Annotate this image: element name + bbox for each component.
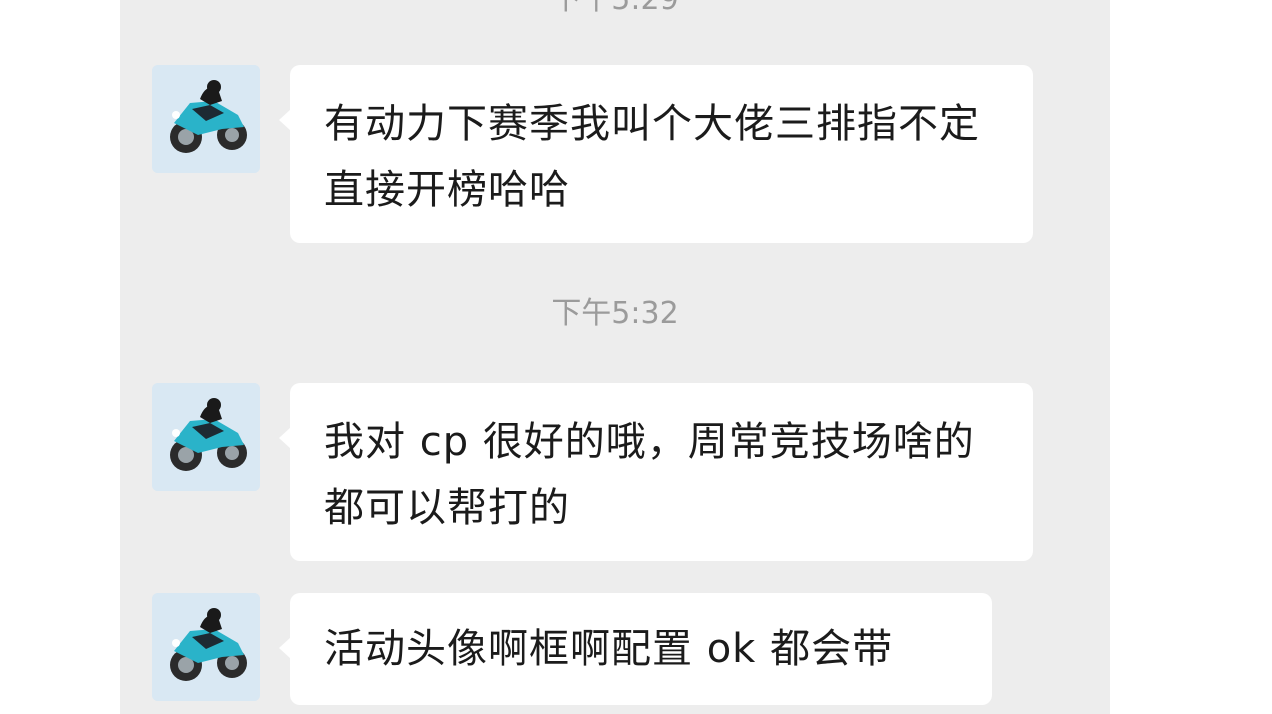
bubble-tail <box>279 427 291 449</box>
avatar[interactable] <box>152 593 260 701</box>
message-bubble[interactable]: 我对 cp 很好的哦，周常竞技场啥的都可以帮打的 <box>279 383 1033 561</box>
message-bubble[interactable]: 活动头像啊框啊配置 ok 都会带 <box>279 593 992 705</box>
motorcycle-icon <box>152 593 260 701</box>
message-text: 有动力下赛季我叫个大佬三排指不定直接开榜哈哈 <box>324 101 980 213</box>
message-text: 活动头像啊框啊配置 ok 都会带 <box>324 626 894 672</box>
bubble-tail <box>279 637 291 659</box>
motorcycle-icon <box>152 65 260 173</box>
avatar[interactable] <box>152 383 260 491</box>
timestamp: 下午5:29 <box>120 0 1110 18</box>
bubble-tail <box>279 109 291 131</box>
motorcycle-icon <box>152 383 260 491</box>
message-bubble[interactable]: 有动力下赛季我叫个大佬三排指不定直接开榜哈哈 <box>279 65 1033 243</box>
timestamp: 下午5:32 <box>551 296 679 331</box>
avatar[interactable] <box>152 65 260 173</box>
message-text: 我对 cp 很好的哦，周常竞技场啥的都可以帮打的 <box>324 419 975 531</box>
chat-message-list[interactable]: 下午5:29 有动力下赛季我叫个大佬三排指不定直接开榜哈哈 下午5:32 <box>120 0 1110 714</box>
